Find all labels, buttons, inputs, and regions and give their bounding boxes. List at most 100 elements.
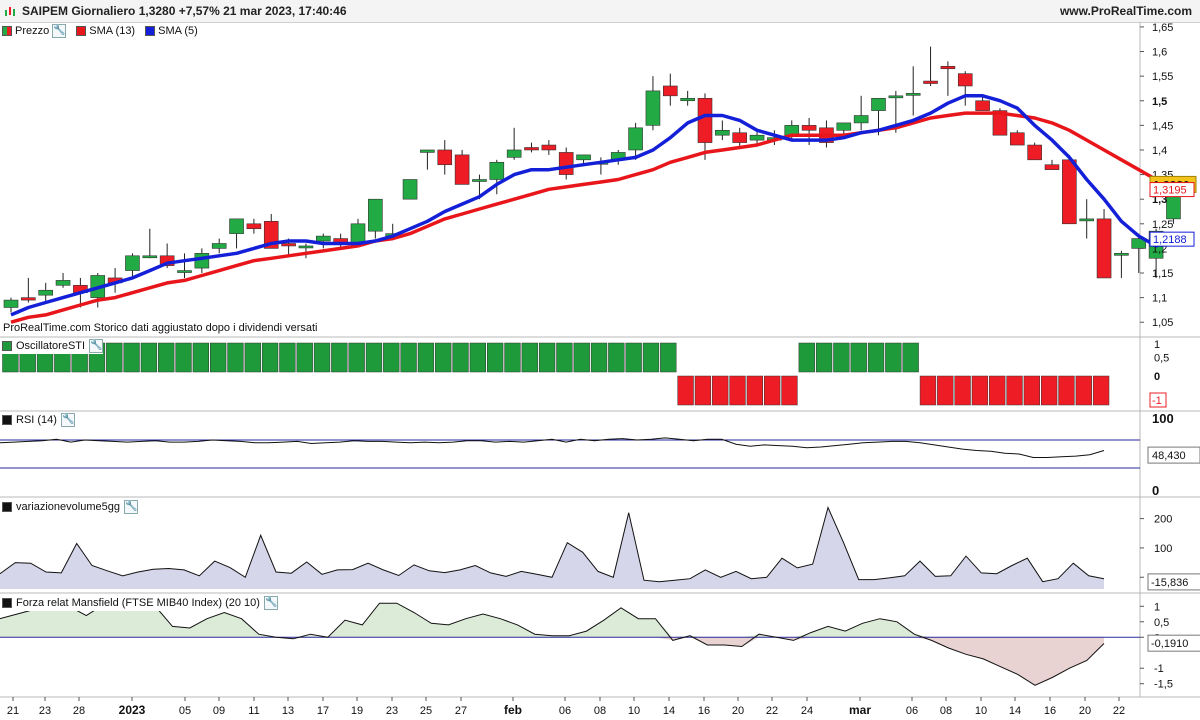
x-axis-label: 22	[766, 705, 778, 717]
mansfield-panel[interactable]	[0, 602, 1140, 686]
mansfield-legend[interactable]: Forza relat Mansfield (FTSE MIB40 Index)…	[2, 595, 278, 611]
wrench-icon[interactable]: 🔧	[263, 596, 278, 610]
oscillator-bar-positive	[833, 342, 850, 373]
wrench-icon[interactable]: 🔧	[60, 413, 75, 427]
oscillator-bar-positive	[867, 342, 885, 373]
candle-up	[3, 299, 19, 308]
x-axis-label: 19	[351, 705, 363, 717]
rsi-axis-label: 0	[1152, 483, 1159, 498]
rsi-axis-label: 100	[1152, 411, 1174, 426]
oscillator-bar-positive	[556, 342, 573, 373]
candle-up	[402, 179, 418, 200]
oscillator-bar-positive	[400, 342, 417, 373]
mansfield-line	[0, 602, 1105, 686]
mansfield-last-value: -0,1910	[1151, 638, 1188, 650]
x-axis-label: 28	[73, 705, 85, 717]
candle-down	[940, 65, 956, 70]
candle-down	[1044, 164, 1060, 170]
oscillator-bar-positive	[158, 342, 175, 373]
candle-down	[281, 243, 296, 247]
rsi-legend[interactable]: RSI (14) 🔧	[2, 412, 75, 428]
candle-up	[628, 127, 643, 151]
oscillator-bar-positive	[140, 342, 158, 373]
candle-up	[368, 198, 383, 232]
candle-up	[1079, 218, 1094, 222]
rsi-panel[interactable]	[0, 437, 1140, 469]
volume-last-value: -15,836	[1151, 577, 1188, 589]
rsi-last-value: 48,430	[1152, 450, 1186, 462]
candle-down	[1062, 159, 1077, 225]
candle-up	[142, 255, 158, 259]
mansfield-swatch-icon	[2, 598, 12, 608]
x-axis-label: 20	[1079, 705, 1091, 717]
oscillator-bar-negative	[971, 375, 989, 406]
oscillator-bar-positive	[625, 342, 642, 373]
candle-down	[246, 223, 262, 230]
wrench-icon[interactable]: 🔧	[89, 339, 104, 353]
x-axis-label: 10	[628, 705, 640, 717]
oscillator-bar-positive	[521, 342, 538, 373]
x-axis-label: 23	[386, 705, 398, 717]
oscillator-legend[interactable]: OscillatoreSTI 🔧	[2, 338, 104, 354]
candle-down	[524, 147, 539, 151]
oscillator-bar-positive	[573, 342, 590, 373]
candle-up	[38, 289, 54, 296]
dividend-note: ProRealTime.com Storico dati aggiustato …	[3, 322, 318, 334]
rsi-swatch-icon	[2, 415, 12, 425]
x-axis-label: 20	[732, 705, 744, 717]
oscillator-bar-negative	[729, 375, 746, 406]
price-legend: Prezzo 🔧 SMA (13) SMA (5)	[2, 23, 204, 39]
candle-up	[836, 122, 852, 131]
x-axis-label: 25	[420, 705, 432, 717]
oscillator-bar-positive	[348, 342, 365, 373]
oscillator-panel[interactable]	[2, 342, 1110, 406]
oscillator-bar-positive	[175, 342, 192, 373]
oscillator-bar-positive	[279, 342, 296, 373]
x-axis-label: 21	[7, 705, 19, 717]
legend-sma5[interactable]: SMA (5)	[145, 25, 198, 37]
oscillator-bar-positive	[815, 342, 833, 373]
oscillator-bar-positive	[210, 342, 227, 373]
candle-up	[211, 243, 227, 249]
oscillator-bar-positive	[469, 342, 486, 373]
x-axis-label: 08	[594, 705, 606, 717]
legend-prezzo[interactable]: Prezzo 🔧	[2, 24, 67, 38]
oscillator-bar-positive	[313, 342, 331, 373]
candle-up	[55, 280, 71, 286]
candle-up	[888, 95, 904, 99]
wrench-icon[interactable]: 🔧	[52, 24, 67, 38]
sma5-swatch-icon	[145, 26, 156, 36]
candle-down	[454, 154, 470, 185]
oscillator-bar-positive	[660, 342, 677, 373]
price-panel[interactable]	[3, 46, 1181, 324]
wrench-icon[interactable]: 🔧	[123, 500, 138, 514]
chart-canvas[interactable]: 1,651,61,551,51,451,41,351,31,251,21,151…	[0, 0, 1200, 720]
oscillator-axis-label: 0,5	[1154, 353, 1169, 365]
oscillator-bar-positive	[538, 342, 556, 373]
oscillator-bar-negative	[712, 375, 729, 406]
volume-legend[interactable]: variazionevolume5gg 🔧	[2, 499, 138, 515]
candle-down	[957, 73, 973, 87]
oscillator-bar-positive	[642, 342, 660, 373]
oscillator-bar-positive	[244, 342, 261, 373]
candle-up	[871, 97, 886, 111]
oscillator-bar-positive	[608, 342, 625, 373]
volume-axis-label: 200	[1154, 514, 1172, 526]
x-axis-label: 16	[1044, 705, 1056, 717]
candle-down	[1027, 144, 1042, 161]
oscillator-bar-positive	[452, 342, 469, 373]
candle-up	[905, 93, 921, 96]
legend-sma13-label: SMA (13)	[89, 25, 136, 37]
oscillator-axis-label: 1	[1154, 339, 1160, 351]
candle-down	[437, 149, 453, 166]
candle-down	[1009, 132, 1025, 146]
x-axis-label: 08	[940, 705, 952, 717]
volume-panel[interactable]	[0, 506, 1105, 590]
oscillator-bar-negative	[764, 375, 781, 406]
oscillator-bar-positive	[383, 342, 400, 373]
legend-sma13[interactable]: SMA (13)	[76, 25, 135, 37]
x-axis-label: 14	[663, 705, 675, 717]
oscillator-bar-negative	[937, 375, 954, 406]
sma13-swatch-icon	[76, 26, 87, 36]
x-axis-label: 17	[317, 705, 329, 717]
